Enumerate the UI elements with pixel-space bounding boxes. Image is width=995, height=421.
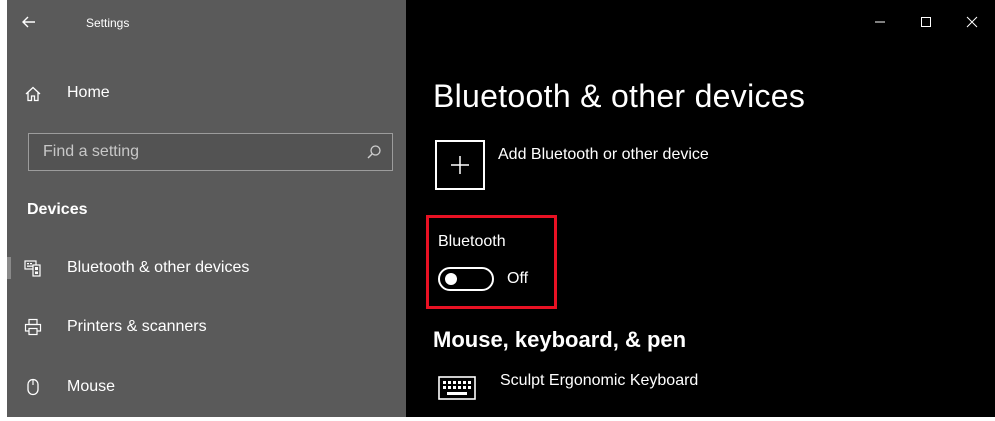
device-name: Sculpt Ergonomic Keyboard	[500, 372, 699, 389]
close-icon	[966, 16, 978, 28]
bluetooth-label: Bluetooth	[438, 233, 506, 250]
add-device-tile	[435, 140, 485, 190]
sidebar-item-label: Home	[67, 84, 110, 101]
keyboard-icon	[438, 376, 476, 400]
sidebar-item-mouse[interactable]: Mouse	[7, 367, 406, 407]
page-title: Bluetooth & other devices	[433, 78, 806, 114]
main-content: Bluetooth & other devices Add Bluetooth …	[406, 0, 995, 417]
section-title-mouse-keyboard: Mouse, keyboard, & pen	[433, 327, 687, 352]
sidebar-item-label: Mouse	[67, 378, 116, 395]
maximize-icon	[921, 17, 931, 27]
search-icon[interactable]	[366, 144, 382, 160]
toggle-state-text: Off	[507, 270, 529, 287]
sidebar-item-home[interactable]: Home	[7, 76, 406, 112]
settings-window: Settings Home Devices	[7, 0, 995, 417]
section-title: Devices	[27, 201, 88, 218]
sidebar: Settings Home Devices	[7, 0, 406, 417]
bluetooth-devices-icon	[24, 260, 41, 277]
search-input[interactable]	[29, 134, 349, 170]
plus-icon	[451, 156, 469, 174]
bluetooth-highlight-box: Bluetooth Off	[426, 215, 557, 309]
add-device-label: Add Bluetooth or other device	[498, 146, 709, 163]
app-title: Settings	[86, 16, 130, 30]
back-arrow-icon	[22, 16, 35, 28]
window-controls	[857, 0, 995, 44]
sidebar-item-label: Printers & scanners	[67, 318, 207, 335]
mouse-icon	[27, 378, 39, 396]
sidebar-item-bluetooth[interactable]: Bluetooth & other devices	[7, 248, 406, 288]
maximize-button[interactable]	[903, 0, 949, 44]
sidebar-item-label: Bluetooth & other devices	[67, 259, 250, 276]
minimize-button[interactable]	[857, 0, 903, 44]
device-item-keyboard[interactable]: Sculpt Ergonomic Keyboard	[438, 370, 778, 410]
toggle-knob	[445, 273, 457, 285]
bluetooth-toggle[interactable]	[438, 267, 494, 291]
home-icon	[25, 86, 41, 102]
titlebar-left: Settings	[7, 0, 406, 44]
minimize-icon	[875, 21, 885, 23]
search-box[interactable]	[28, 133, 393, 171]
printer-icon	[24, 318, 42, 336]
add-device-button[interactable]: Add Bluetooth or other device	[435, 140, 775, 192]
sidebar-item-printers[interactable]: Printers & scanners	[7, 307, 406, 347]
close-button[interactable]	[949, 0, 995, 44]
back-button[interactable]	[15, 8, 43, 36]
selection-indicator	[7, 257, 11, 279]
